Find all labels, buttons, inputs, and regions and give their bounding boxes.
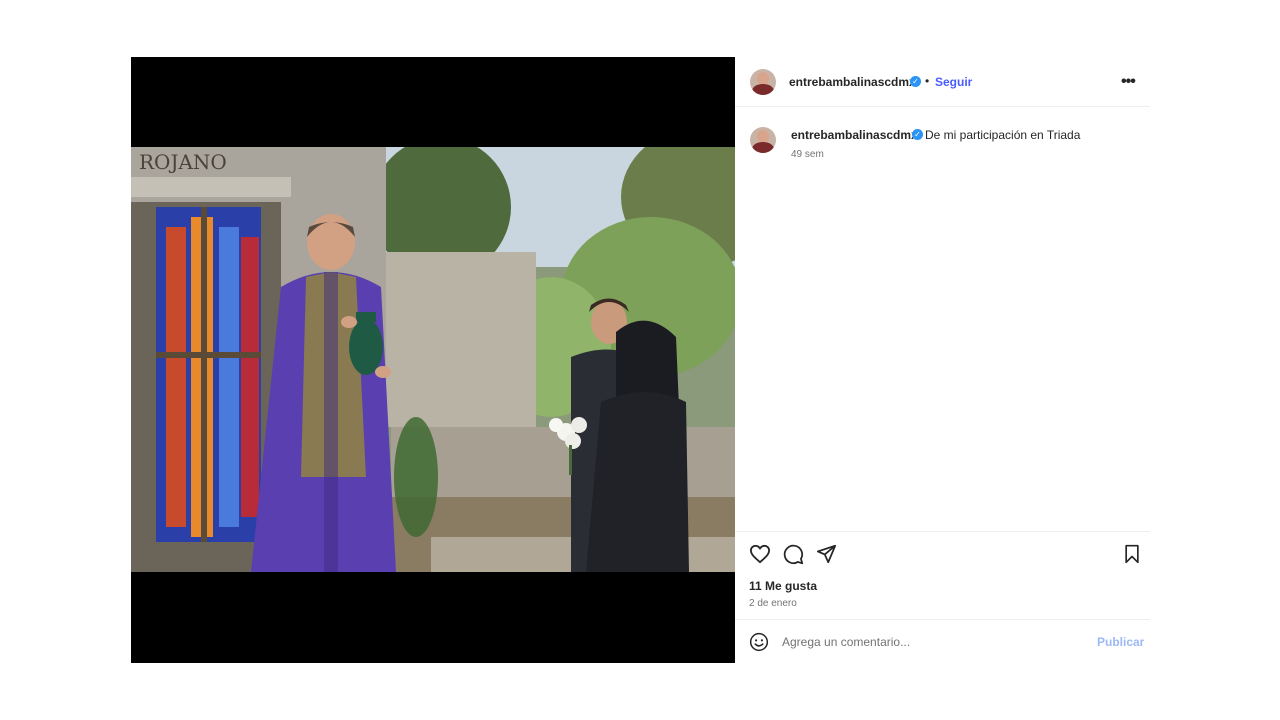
heart-icon[interactable] bbox=[749, 544, 771, 564]
follow-button[interactable]: Seguir bbox=[935, 75, 972, 89]
verified-badge-icon: ✓ bbox=[910, 76, 921, 87]
caption-time-ago[interactable]: 49 sem bbox=[791, 149, 824, 160]
post-media[interactable]: ROJANO bbox=[131, 57, 735, 663]
post-photo: ROJANO bbox=[131, 147, 735, 572]
comment-bar: Publicar bbox=[735, 619, 1150, 663]
svg-text:ROJANO: ROJANO bbox=[139, 150, 227, 174]
caption-verified-badge-icon: ✓ bbox=[912, 129, 923, 140]
caption-avatar[interactable] bbox=[750, 127, 776, 153]
comment-icon[interactable] bbox=[783, 544, 804, 565]
caption-username[interactable]: entrebambalinascdmx bbox=[791, 128, 918, 142]
more-options-icon[interactable]: ••• bbox=[1121, 73, 1136, 91]
avatar[interactable] bbox=[750, 69, 776, 95]
comment-input[interactable] bbox=[782, 633, 1082, 651]
header-username[interactable]: entrebambalinascdmx bbox=[789, 75, 916, 89]
publish-button[interactable]: Publicar bbox=[1097, 635, 1144, 649]
post-side-panel: entrebambalinascdmx ✓ • Seguir ••• entre… bbox=[735, 57, 1150, 663]
actions-divider bbox=[735, 531, 1150, 532]
bookmark-icon[interactable] bbox=[1123, 544, 1141, 564]
caption-text: De mi participación en Triada bbox=[925, 128, 1081, 142]
post-photo-illustration: ROJANO bbox=[131, 147, 735, 572]
separator-dot: • bbox=[925, 74, 930, 88]
emoji-icon[interactable] bbox=[749, 632, 769, 652]
share-icon[interactable] bbox=[816, 544, 837, 564]
likes-count[interactable]: 11 Me gusta bbox=[749, 579, 817, 593]
post-date: 2 de enero bbox=[749, 598, 797, 609]
post-header: entrebambalinascdmx ✓ • Seguir ••• bbox=[735, 57, 1150, 107]
